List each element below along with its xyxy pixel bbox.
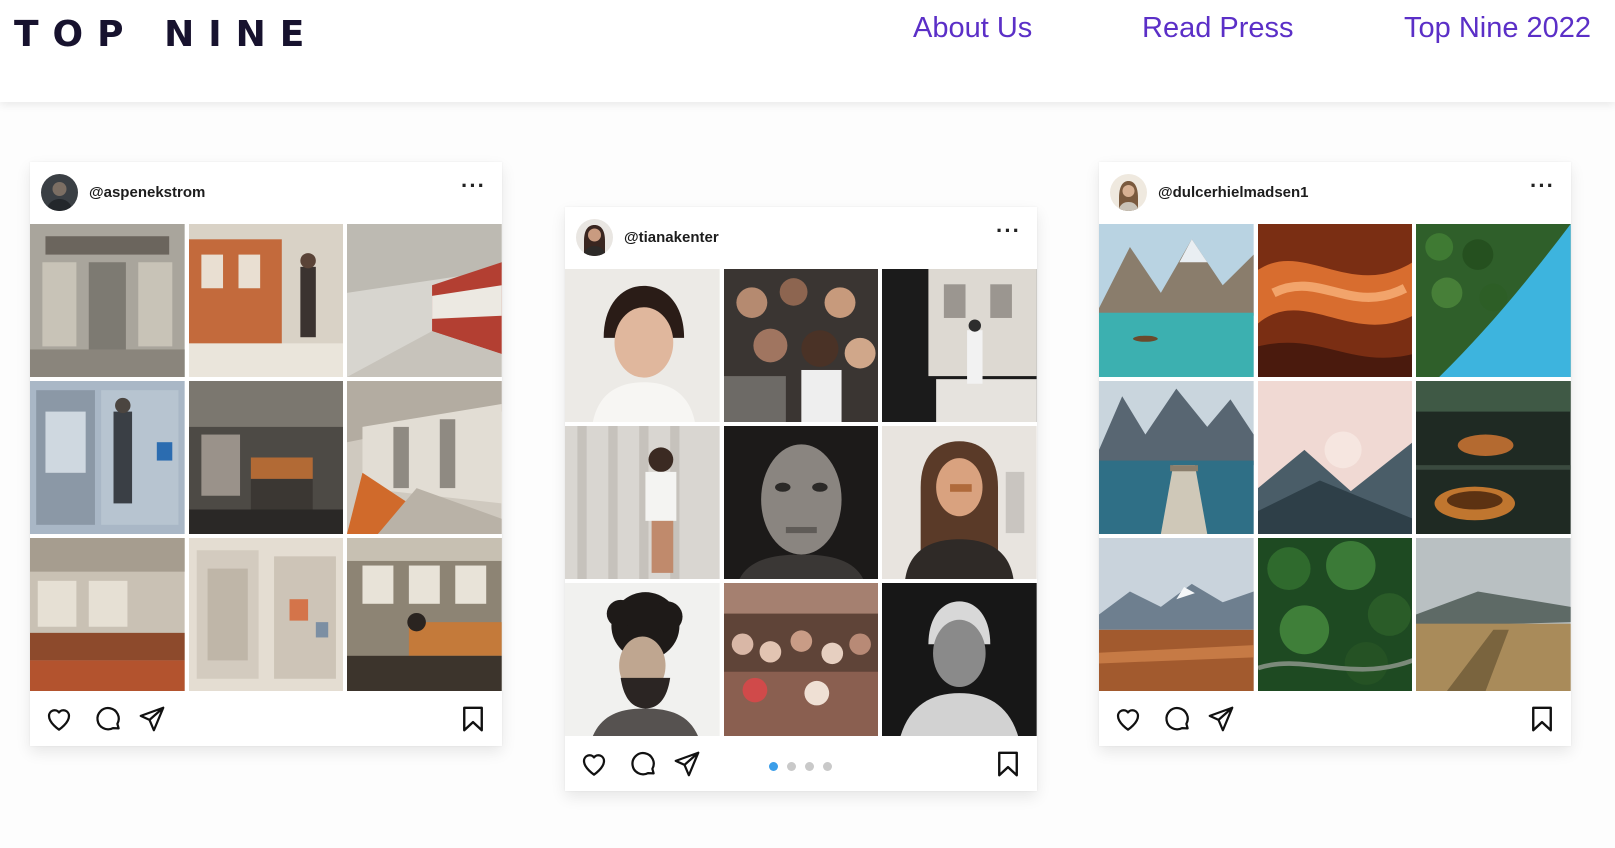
photo-tile[interactable] [30,538,185,691]
photo-tile[interactable] [1099,538,1254,691]
photo-tile[interactable] [188,381,344,534]
instagram-post-card: @tianakenter ··· [565,207,1037,791]
avatar[interactable] [1110,174,1147,211]
photo-tile[interactable] [882,583,1037,736]
photo-tile[interactable] [1099,224,1254,377]
bookmark-icon[interactable] [993,749,1023,779]
carousel-indicator[interactable] [769,762,835,772]
send-icon[interactable] [1206,704,1236,734]
photo-tile[interactable] [1416,381,1571,534]
post-header: @aspenekstrom ··· [30,162,502,224]
send-icon[interactable] [672,749,702,779]
instagram-post-card: @aspenekstrom ··· [30,162,502,746]
bookmark-icon[interactable] [1527,704,1557,734]
photo-tile[interactable] [1099,381,1254,534]
photo-tile[interactable] [347,538,502,691]
comment-icon[interactable] [1162,704,1192,734]
send-icon[interactable] [137,704,167,734]
avatar[interactable] [41,174,78,211]
photo-tile[interactable] [565,426,720,579]
photo-tile[interactable] [188,224,344,377]
post-header: @dulcerhielmadsen1 ··· [1099,162,1571,224]
photo-grid [30,224,502,691]
carousel-dot[interactable] [787,762,796,771]
carousel-dot-active[interactable] [769,762,778,771]
photo-grid [565,269,1037,736]
photo-tile[interactable] [188,538,344,691]
photo-tile[interactable] [30,224,185,377]
more-horizontal-icon[interactable]: ··· [1530,175,1555,197]
comment-icon[interactable] [93,704,123,734]
site-header: TOP NINE About Us Read Press Top Nine 20… [0,0,1615,102]
photo-tile[interactable] [30,381,185,534]
post-actions [1099,691,1571,746]
post-username[interactable]: @tianakenter [624,229,719,246]
photo-tile[interactable] [882,426,1037,579]
post-actions [30,691,502,746]
photo-tile[interactable] [723,426,879,579]
post-username[interactable]: @dulcerhielmadsen1 [1158,184,1309,201]
carousel-dot[interactable] [823,762,832,771]
nav-link-about-us[interactable]: About Us [913,12,1032,45]
photo-tile[interactable] [1416,538,1571,691]
avatar[interactable] [576,219,613,256]
more-horizontal-icon[interactable]: ··· [461,175,486,197]
post-actions [565,736,1037,791]
photo-tile[interactable] [723,583,879,736]
photo-tile[interactable] [347,224,502,377]
photo-tile[interactable] [1257,381,1413,534]
post-username[interactable]: @aspenekstrom [89,184,205,201]
photo-grid [1099,224,1571,691]
photo-tile[interactable] [565,583,720,736]
photo-tile[interactable] [1257,538,1413,691]
site-logo[interactable]: TOP NINE [14,14,318,55]
heart-icon[interactable] [44,704,74,734]
bookmark-icon[interactable] [458,704,488,734]
heart-icon[interactable] [579,749,609,779]
carousel-dot[interactable] [805,762,814,771]
photo-tile[interactable] [1416,224,1571,377]
more-horizontal-icon[interactable]: ··· [996,220,1021,242]
instagram-post-card: @dulcerhielmadsen1 ··· [1099,162,1571,746]
photo-tile[interactable] [723,269,879,422]
nav-link-read-press[interactable]: Read Press [1142,12,1294,45]
comment-icon[interactable] [628,749,658,779]
photo-tile[interactable] [882,269,1037,422]
post-header: @tianakenter ··· [565,207,1037,269]
heart-icon[interactable] [1113,704,1143,734]
photo-tile[interactable] [347,381,502,534]
photo-tile[interactable] [565,269,720,422]
nav-link-top-nine-2022[interactable]: Top Nine 2022 [1404,12,1591,45]
photo-tile[interactable] [1257,224,1413,377]
